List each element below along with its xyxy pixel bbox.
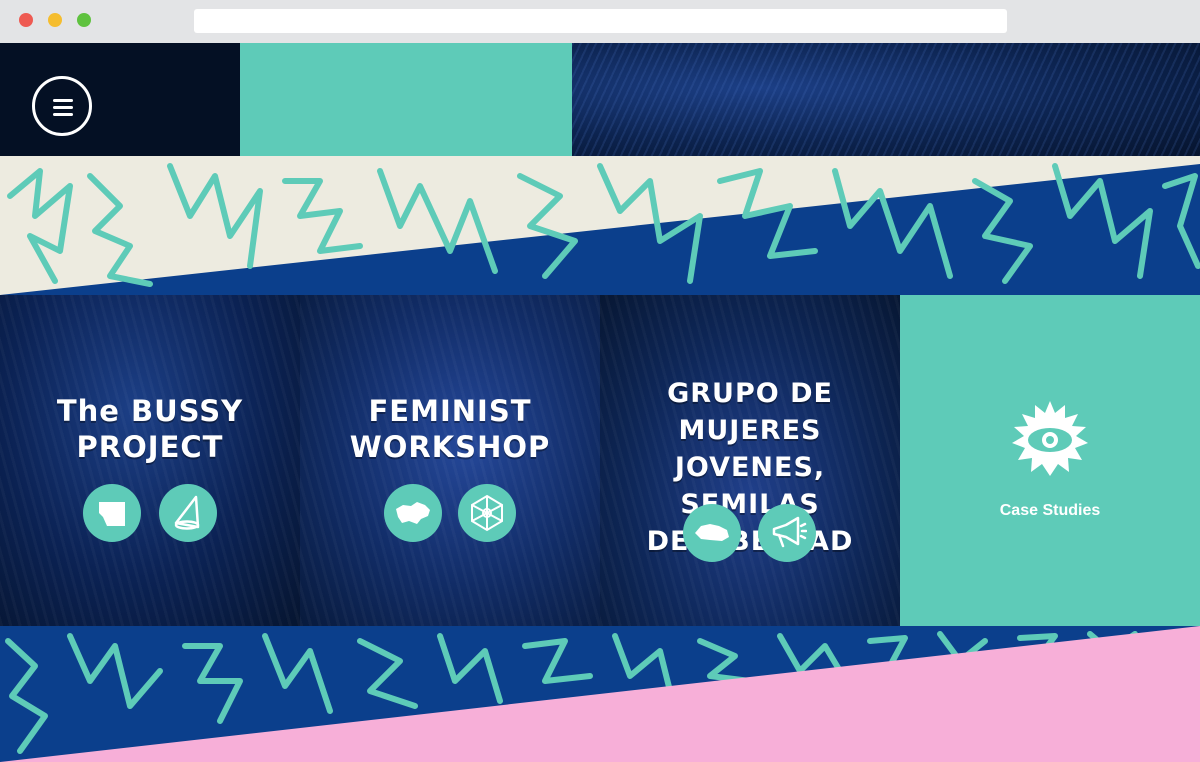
project-card-feminist-workshop[interactable]: FEMINIST WORKSHOP xyxy=(300,295,600,626)
maximize-window-icon[interactable] xyxy=(77,13,91,27)
project-card-bussy[interactable]: The BUSSY PROJECT xyxy=(0,295,300,626)
megaphone-icon[interactable] xyxy=(758,504,816,562)
page: The BUSSY PROJECT FEMINIST WORKSHOP GRUP… xyxy=(0,43,1200,762)
decorative-pattern-bottom xyxy=(0,626,1200,762)
header-knit-photo xyxy=(572,43,1200,156)
minimize-window-icon[interactable] xyxy=(48,13,62,27)
project-card-grupo-de-mujeres[interactable]: GRUPO DE MUJERES JOVENES, SEMILAS DE LIB… xyxy=(600,295,900,626)
project-cards: The BUSSY PROJECT FEMINIST WORKSHOP GRUP… xyxy=(0,295,1200,626)
el-salvador-map-icon[interactable] xyxy=(683,504,741,562)
hamburger-menu-icon[interactable] xyxy=(32,76,92,136)
case-studies-card[interactable]: Case Studies xyxy=(900,295,1200,626)
project-title: The BUSSY PROJECT xyxy=(56,394,244,464)
project-title: GRUPO DE MUJERES JOVENES, SEMILAS DE LIB… xyxy=(646,378,854,557)
browser-chrome xyxy=(0,0,1200,43)
eye-icon xyxy=(1012,401,1088,476)
ukraine-map-icon[interactable] xyxy=(384,484,442,542)
decorative-pattern-top xyxy=(0,163,1200,295)
close-window-icon[interactable] xyxy=(19,13,33,27)
top-band xyxy=(0,43,1200,156)
egypt-map-icon[interactable] xyxy=(83,484,141,542)
project-title: FEMINIST WORKSHOP xyxy=(349,394,551,464)
cone-icon[interactable] xyxy=(159,484,217,542)
address-bar[interactable] xyxy=(194,9,1007,33)
case-studies-label: Case Studies xyxy=(999,502,1101,519)
header-mint-block xyxy=(240,43,572,156)
network-icon[interactable] xyxy=(458,484,516,542)
zigzag-pattern-band-top xyxy=(0,156,1200,295)
zigzag-pattern-band-bottom xyxy=(0,626,1200,762)
